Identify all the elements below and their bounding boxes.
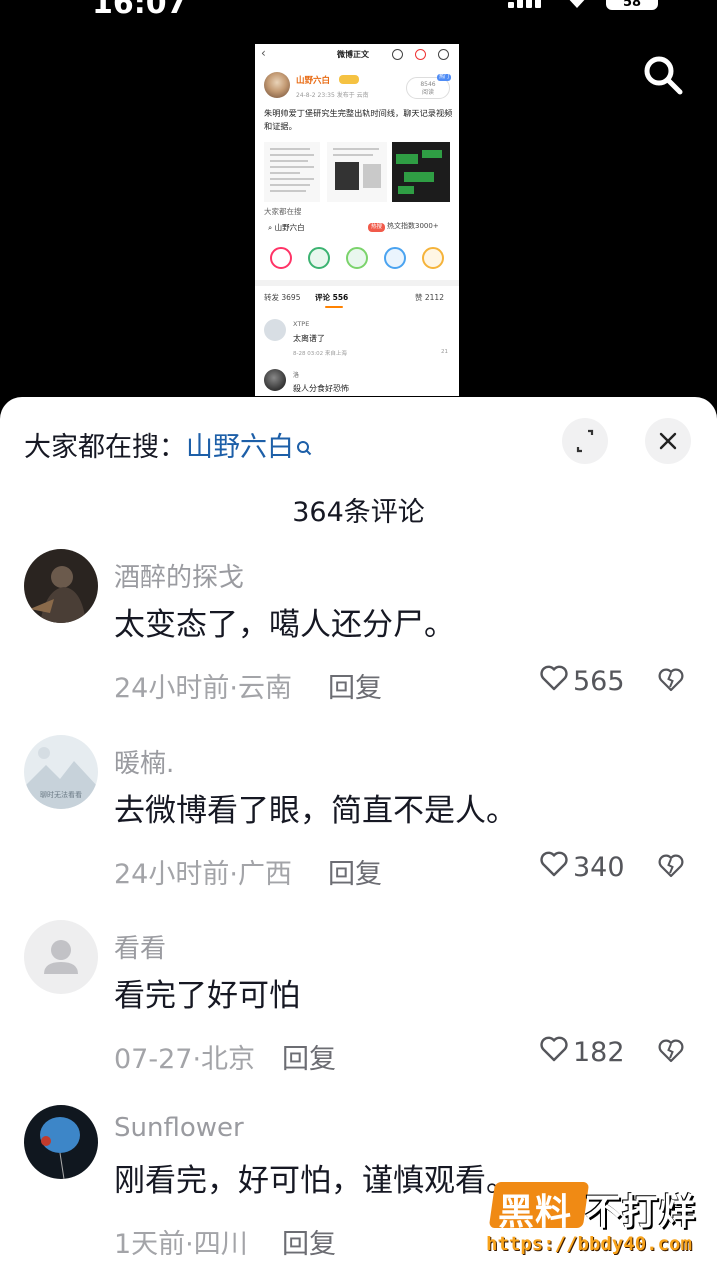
preview-comment2-avatar: [264, 369, 286, 391]
close-icon: [659, 432, 677, 450]
reply-button[interactable]: 回复: [282, 1037, 336, 1076]
reply-button[interactable]: 回复: [328, 666, 382, 705]
preview-comment-count: 评论 556: [315, 293, 349, 302]
expand-button[interactable]: [562, 418, 608, 464]
heart-icon: [540, 851, 568, 877]
avatar[interactable]: [24, 549, 98, 623]
comment-text: 看完了好可怕: [114, 978, 300, 1014]
close-button[interactable]: [645, 418, 691, 464]
share-wechat-icon: [308, 247, 330, 269]
comment-count: 364条评论: [292, 497, 425, 528]
watermark: 黑料 不打烊 https://bbdy40.com: [486, 1177, 706, 1267]
record-icon: [415, 49, 426, 60]
status-time: 16:07: [92, 0, 188, 21]
preview-search-keyword-text: 山野六白: [274, 223, 305, 232]
vip-badge-icon: [339, 75, 359, 84]
back-icon: ‹: [261, 46, 266, 60]
preview-comment2-name: 洛: [293, 372, 300, 379]
preview-image-2: [327, 142, 387, 202]
broken-heart-icon[interactable]: [658, 1038, 684, 1064]
like-count: 182: [573, 1037, 625, 1068]
preview-image-3: [392, 142, 450, 202]
search-icon[interactable]: [642, 54, 684, 96]
comment-item: 酒醉的探戈 太变态了，噶人还分尸。 24小时前·云南 回复 565: [0, 549, 717, 709]
preview-views-label: 阅读: [421, 89, 434, 96]
comment-author[interactable]: 酒醉的探戈: [114, 557, 244, 594]
headphones-icon: [392, 49, 403, 60]
comment-meta: 24小时前·云南: [114, 673, 292, 704]
comment-author[interactable]: 看看: [114, 928, 166, 965]
broken-heart-icon[interactable]: [658, 667, 684, 693]
like-count: 340: [573, 852, 625, 883]
preview-image-1: [264, 142, 320, 202]
expand-icon: [576, 429, 594, 453]
preview-nav-title: 微博正文: [337, 50, 369, 59]
preview-comment-avatar: [264, 319, 286, 341]
preview-views: 热门 8546 阅读: [406, 74, 451, 99]
preview-comment-meta: 8-28 03:02 来自上海: [293, 351, 347, 357]
preview-post-text: 朱明帅爱丁堡研究生完整出轨时间线，聊天记录视频和证据。: [264, 108, 453, 131]
preview-hot-text: 热文指数3000+: [387, 222, 439, 230]
comment-meta: 1天前·四川: [114, 1229, 248, 1260]
comment-author[interactable]: 暖楠.: [114, 743, 174, 780]
comment-item: 聊时无法看看 暖楠. 去微博看了眼，简直不是人。 24小时前·广西 回复 340: [0, 735, 717, 895]
preview-hot-index: 热搜 热文指数3000+: [368, 221, 439, 232]
more-icon: [438, 49, 449, 60]
related-search[interactable]: 大家都在搜：山野六白: [24, 425, 312, 464]
preview-repost-count: 转发 3695: [264, 293, 301, 302]
comment-text: 刚看完，好可怕，谨慎观看。: [114, 1163, 517, 1199]
share-note-icon: [422, 247, 444, 269]
watermark-part1: 黑料: [498, 1192, 573, 1233]
comment-sheet: 大家都在搜：山野六白 364条评论 酒醉的探戈 太变态了，噶人还分尸。 24小时…: [0, 397, 717, 1280]
comment-text: 太变态了，噶人还分尸。: [114, 607, 455, 643]
share-qq-icon: [384, 247, 406, 269]
preview-divider: [255, 280, 459, 286]
reply-button[interactable]: 回复: [282, 1222, 336, 1261]
preview-comment-likes: 21: [441, 349, 448, 355]
share-red-icon: [270, 247, 292, 269]
share-moments-icon: [346, 247, 368, 269]
preview-comment2-text: 殺人分食好恐怖: [293, 384, 349, 393]
comment-text: 去微博看了眼，简直不是人。: [114, 793, 517, 829]
search-icon: [297, 440, 312, 455]
preview-post-time: 24-8-2 23:35 发布于 云南: [296, 92, 369, 99]
preview-comment-text: 太离谱了: [293, 334, 325, 343]
battery-icon: 58: [606, 0, 658, 10]
related-search-prefix: 大家都在搜：: [24, 432, 186, 463]
watermark-part2: 不打烊: [585, 1192, 697, 1233]
like-count: 565: [573, 666, 625, 697]
related-search-keyword[interactable]: 山野六白: [186, 432, 294, 463]
preview-author-avatar: [264, 72, 290, 98]
preview-search-keyword: ⌕ 山野六白: [268, 223, 305, 232]
heart-icon: [540, 1036, 568, 1062]
watermark-url: https://bbdy40.com: [486, 1233, 692, 1255]
signal-icon: [508, 0, 544, 8]
reply-button[interactable]: 回复: [328, 852, 382, 891]
broken-heart-icon[interactable]: [658, 853, 684, 879]
avatar[interactable]: [24, 1105, 98, 1179]
wifi-icon: [569, 0, 585, 8]
comment-author[interactable]: Sunflower: [114, 1113, 244, 1143]
preview-hot-badge: 热搜: [368, 223, 386, 232]
comment-item: 看看 看完了好可怕 07-27·北京 回复 182: [0, 920, 717, 1080]
avatar-caption: 聊时无法看看: [40, 790, 82, 799]
preview-search-label: 大家都在搜: [264, 207, 302, 216]
preview-tab-underline: [325, 306, 343, 308]
preview-views-count: 8546: [420, 81, 436, 88]
heart-icon: [540, 665, 568, 691]
video-frame-weibo-post[interactable]: ‹ 微博正文 山野六白 24-8-2 23:35 发布于 云南 热门 8546 …: [255, 44, 459, 396]
comment-meta: 24小时前·广西: [114, 859, 292, 890]
preview-like-count: 赞 2112: [415, 293, 444, 302]
avatar[interactable]: 聊时无法看看: [24, 735, 98, 809]
avatar[interactable]: [24, 920, 98, 994]
preview-nav-bar: ‹ 微博正文: [255, 44, 459, 66]
preview-author-name: 山野六白: [296, 76, 331, 86]
status-bar: 16:07 58: [0, 0, 717, 21]
preview-comment-name: XTPE: [293, 320, 310, 328]
comment-meta: 07-27·北京: [114, 1044, 256, 1075]
preview-views-tag: 热门: [436, 74, 451, 81]
